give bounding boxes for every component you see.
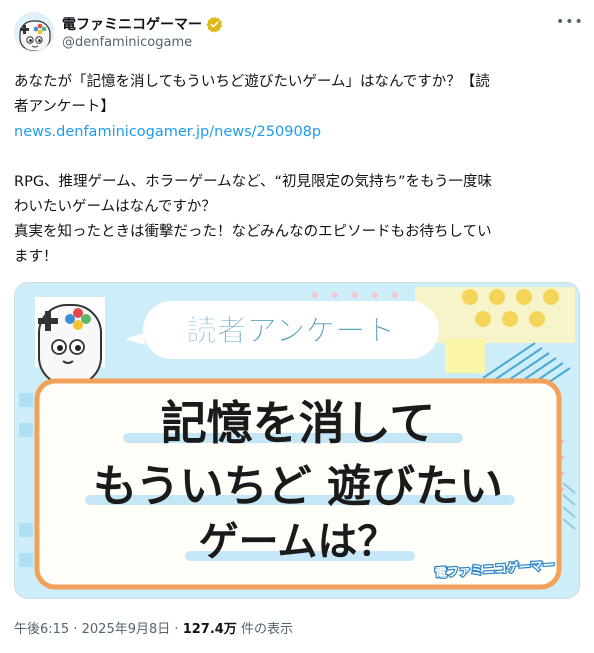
- post-date[interactable]: 2025年9月8日: [82, 622, 171, 637]
- meta-separator: ·: [174, 622, 179, 637]
- tweet-line: あなたが「記憶を消してもういちど遊びたいゲーム」はなんですか？【読: [14, 74, 490, 90]
- name-row: 電ファミニコゲーマー: [62, 14, 223, 34]
- tweet-line: RPG、推理ゲーム、ホラーゲームなど、“初見限定の気持ち”をもう一度味: [14, 174, 493, 190]
- card-headline-line: 記憶を消して: [161, 396, 436, 450]
- tweet-header: 電ファミニコゲーマー @denfaminicogame •••: [14, 12, 583, 56]
- meta-separator: ·: [73, 622, 78, 637]
- tweet-line: 真実を知ったときは衝撃だった！などみんなのエピソードもお待ちしてい: [14, 224, 492, 240]
- view-count-suffix: 件の表示: [240, 622, 293, 637]
- survey-badge-text: 読者アンケート: [187, 314, 396, 349]
- mascot-icon: [35, 297, 105, 386]
- article-link[interactable]: news.denfaminicogamer.jp/news/250908p: [14, 120, 580, 145]
- tweet-meta: 午後6:15 · 2025年9月8日 · 127.4万 件の表示: [14, 618, 293, 637]
- handle[interactable]: @denfaminicogame: [62, 35, 192, 50]
- card-headline-line: もういちど 遊びたい: [93, 461, 503, 512]
- display-name[interactable]: 電ファミニコゲーマー: [62, 14, 202, 34]
- more-options-icon[interactable]: •••: [556, 14, 583, 34]
- card-image: 読者アンケート 記憶を消して もういちど 遊びたい ゲームは？ 電ファミニコゲー…: [15, 283, 579, 598]
- avatar[interactable]: [14, 12, 54, 52]
- media-card[interactable]: 読者アンケート 記憶を消して もういちど 遊びたい ゲームは？ 電ファミニコゲー…: [14, 282, 580, 599]
- verified-badge-icon: [206, 16, 223, 33]
- mascot-icon: [15, 13, 53, 51]
- tweet-line: わいたいゲームはなんですか？: [14, 199, 216, 215]
- card-headline-line: ゲームは？: [199, 519, 398, 565]
- post-time[interactable]: 午後6:15: [14, 622, 69, 637]
- tweet-line: 者アンケート】: [14, 99, 115, 115]
- tweet-line: ます！: [14, 249, 58, 265]
- view-count: 127.4万: [182, 622, 237, 637]
- tweet-text: あなたが「記憶を消してもういちど遊びたいゲーム」はなんですか？【読 者アンケート…: [14, 70, 580, 270]
